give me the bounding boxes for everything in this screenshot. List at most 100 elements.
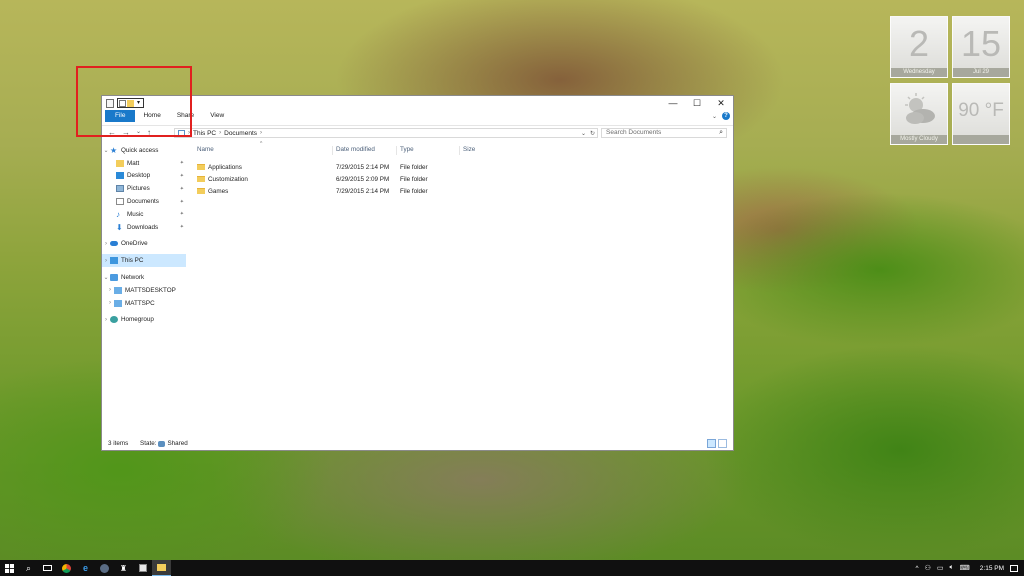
taskbar-app-chrome[interactable] xyxy=(57,560,76,576)
address-dropdown-icon[interactable]: ⌄ xyxy=(581,129,586,139)
column-size[interactable]: Size xyxy=(459,146,475,155)
nav-item-label: MATTSPC xyxy=(125,299,155,307)
close-button[interactable]: ✕ xyxy=(709,96,733,110)
start-button[interactable] xyxy=(0,560,19,576)
system-tray: ^ ⚇ ▭ 🔈︎ ⌨ 2:15 PM xyxy=(916,560,1018,576)
file-date: 6/29/2015 2:09 PM xyxy=(336,176,390,183)
table-row[interactable]: Applications 7/29/2015 2:14 PM File fold… xyxy=(194,162,733,173)
nav-network[interactable]: ⌄ Network xyxy=(102,271,186,284)
details-view-icon[interactable] xyxy=(707,439,716,448)
chrome-icon xyxy=(62,563,71,573)
windows-logo-icon xyxy=(5,563,14,573)
file-type: File folder xyxy=(400,188,428,195)
people-icon[interactable]: ⚇ xyxy=(925,564,931,572)
minimize-button[interactable]: — xyxy=(661,96,685,110)
nav-quick-access[interactable]: ⌄ ★ Quick access xyxy=(102,144,186,157)
window-controls: — ☐ ✕ xyxy=(661,96,733,110)
nav-item-label: Music xyxy=(127,210,144,218)
search-button[interactable]: ⌕ xyxy=(19,560,38,576)
search-icon[interactable]: ⌕ xyxy=(719,129,723,137)
folder-icon xyxy=(116,159,124,167)
title-bar[interactable]: ▾ — ☐ ✕ xyxy=(102,96,733,110)
folder-icon xyxy=(157,564,166,571)
task-view-button[interactable] xyxy=(38,560,57,576)
pin-icon: ✦ xyxy=(179,224,184,231)
collapse-chevron-icon[interactable]: ⌄ xyxy=(102,274,110,281)
computer-icon xyxy=(114,299,122,307)
nav-item-documents[interactable]: Documents ✦ xyxy=(102,195,186,208)
keyboard-icon[interactable]: ⌨ xyxy=(960,564,970,572)
search-input[interactable]: Search Documents ⌕ xyxy=(601,128,727,138)
table-row[interactable]: Customization 6/29/2015 2:09 PM File fol… xyxy=(194,174,733,185)
documents-icon xyxy=(116,198,124,206)
nav-item-music[interactable]: ♪ Music ✦ xyxy=(102,208,186,221)
tab-view[interactable]: View xyxy=(202,110,232,122)
taskbar-app-ie[interactable]: e xyxy=(76,560,95,576)
nav-this-pc-label: This PC xyxy=(121,257,144,265)
breadcrumb-documents[interactable]: Documents xyxy=(224,130,257,137)
file-type: File folder xyxy=(400,176,428,183)
expand-chevron-icon[interactable]: › xyxy=(106,300,114,306)
expand-chevron-icon[interactable]: › xyxy=(102,241,110,247)
nav-item-label: Pictures xyxy=(127,185,150,193)
taskbar-app-utility[interactable] xyxy=(133,560,152,576)
file-explorer-window: ▾ — ☐ ✕ File Home Share View ⌄ ? ← → ⌄ ↑… xyxy=(101,95,734,451)
collapse-chevron-icon[interactable]: ⌄ xyxy=(102,147,110,154)
nav-item-label: Matt xyxy=(127,159,140,167)
pin-icon: ✦ xyxy=(179,211,184,218)
column-type[interactable]: Type xyxy=(396,146,414,155)
nav-item-downloads[interactable]: ⬇ Downloads ✦ xyxy=(102,221,186,234)
breadcrumb-this-pc[interactable]: This PC xyxy=(193,130,216,137)
taskbar-clock[interactable]: 2:15 PM xyxy=(980,565,1004,572)
clock-hour-tile: 2 Wednesday xyxy=(890,16,948,78)
nav-item-label: Downloads xyxy=(127,223,159,231)
tray-chevron-icon[interactable]: ^ xyxy=(916,565,919,572)
folder-icon xyxy=(197,188,205,194)
file-name: Customization xyxy=(208,176,248,183)
state-label: State: xyxy=(140,440,157,447)
shared-users-icon xyxy=(158,440,166,447)
file-name: Games xyxy=(208,188,229,195)
ribbon-tabs: File Home Share View xyxy=(102,110,733,122)
app-icon xyxy=(138,564,147,572)
help-icon[interactable]: ? xyxy=(722,112,730,120)
column-name[interactable]: Name xyxy=(194,146,214,155)
nav-this-pc[interactable]: › This PC xyxy=(102,254,186,268)
maximize-button[interactable]: ☐ xyxy=(685,96,709,110)
castle-icon: ♜ xyxy=(119,563,128,573)
highlight-box xyxy=(76,66,192,137)
nav-onedrive[interactable]: › OneDrive xyxy=(102,238,186,251)
item-count: 3 items xyxy=(108,440,129,447)
expand-chevron-icon[interactable]: › xyxy=(102,258,110,264)
file-date: 7/29/2015 2:14 PM xyxy=(336,164,390,171)
nav-item-desktop[interactable]: Desktop ✦ xyxy=(102,170,186,183)
pin-icon: ✦ xyxy=(179,172,184,179)
taskbar-app-castle[interactable]: ♜ xyxy=(114,560,133,576)
star-icon: ★ xyxy=(110,145,118,155)
breadcrumb-separator-icon[interactable]: › xyxy=(219,130,221,136)
weather-icon-tile: Mostly Cloudy xyxy=(890,83,948,145)
taskbar-app-steam[interactable] xyxy=(95,560,114,576)
nav-item-matt[interactable]: Matt ✦ xyxy=(102,157,186,170)
network-tray-icon[interactable]: ▭ xyxy=(937,564,944,572)
nav-item-pictures[interactable]: Pictures ✦ xyxy=(102,182,186,195)
large-icons-view-icon[interactable] xyxy=(718,439,727,448)
expand-ribbon-icon[interactable]: ⌄ xyxy=(712,113,717,120)
pin-icon: ✦ xyxy=(179,160,184,167)
nav-homegroup[interactable]: › Homegroup xyxy=(102,314,186,327)
taskbar-app-file-explorer[interactable] xyxy=(152,560,171,576)
expand-chevron-icon[interactable]: › xyxy=(102,317,110,323)
action-center-icon[interactable] xyxy=(1010,564,1018,572)
nav-item-mattsdesktop[interactable]: › MATTSDESKTOP xyxy=(102,284,186,297)
expand-chevron-icon[interactable]: › xyxy=(106,287,114,293)
column-date-modified[interactable]: Date modified xyxy=(332,146,375,155)
navigation-row: ← → ⌄ ↑ › This PC › Documents › ⌄ ↻ Sear… xyxy=(102,125,733,139)
address-bar[interactable]: › This PC › Documents › ⌄ ↻ xyxy=(174,128,598,138)
nav-item-mattspc[interactable]: › MATTSPC xyxy=(102,297,186,310)
table-row[interactable]: Games 7/29/2015 2:14 PM File folder xyxy=(194,186,733,197)
refresh-icon[interactable]: ↻ xyxy=(590,129,595,139)
breadcrumb-separator-icon[interactable]: › xyxy=(260,130,262,136)
volume-icon[interactable]: 🔈︎ xyxy=(949,564,953,572)
status-bar: 3 items State: Shared xyxy=(102,438,733,450)
